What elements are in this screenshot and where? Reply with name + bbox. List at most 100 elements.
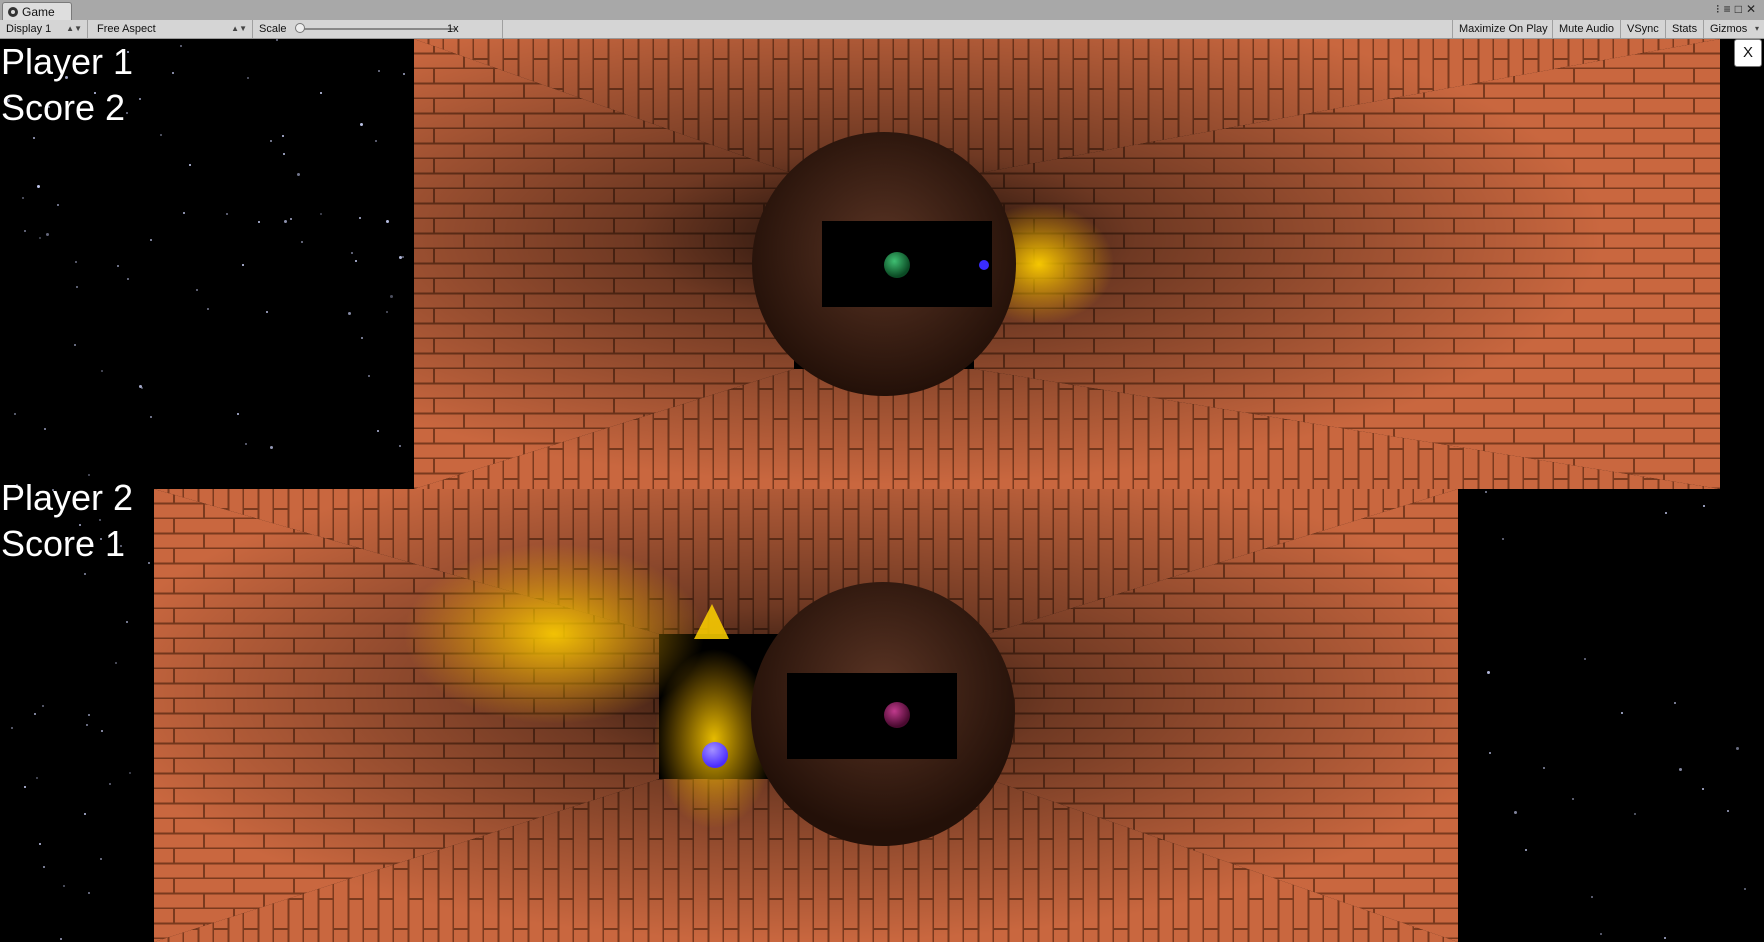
gizmos-dropdown[interactable]: Gizmos ▾ [1704,20,1764,38]
star [84,573,86,575]
star [1584,658,1586,660]
star [22,197,24,199]
player2-camera-view [154,489,1458,942]
star [180,45,182,47]
star [1543,767,1545,769]
star [183,212,185,214]
star [351,252,353,254]
star [1674,702,1676,704]
star [284,220,287,223]
player2-name: Player 2 [1,477,134,518]
star [42,705,44,707]
star [377,430,379,432]
maximize-on-play-toggle[interactable]: Maximize On Play [1452,20,1553,38]
maximize-icon[interactable]: □ [1735,2,1746,16]
star [39,237,41,239]
star [226,213,228,215]
green-ball [884,252,910,278]
star [1487,671,1490,674]
star [1525,849,1527,851]
star [1485,491,1487,493]
star [368,375,370,377]
star [75,261,77,263]
star [76,286,78,288]
star [1736,747,1739,750]
game-toolbar: Display 1 ▲▼ Free Aspect ▲▼ Scale 1x Max… [0,20,1764,39]
star [247,77,249,79]
game-tab[interactable]: Game [2,2,72,21]
gizmos-label: Gizmos [1710,23,1748,35]
aspect-dropdown[interactable]: Free Aspect ▲▼ [91,20,253,38]
star [63,885,65,887]
mute-audio-toggle[interactable]: Mute Audio [1553,20,1621,38]
star [1727,810,1729,812]
star [150,416,152,418]
close-icon[interactable]: ✕ [1746,2,1760,16]
player1-score: Score 2 [1,87,126,128]
star [320,213,322,215]
star [301,241,303,243]
star [378,70,380,72]
star [320,92,322,94]
star [33,137,35,139]
star [46,233,49,236]
star [1600,933,1602,935]
aspect-label: Free Aspect [97,23,156,35]
star [196,289,198,291]
star [84,813,86,815]
star [1514,811,1517,814]
star [74,344,76,346]
player1-name: Player 1 [1,41,134,82]
game-tab-label: Game [22,5,55,19]
updown-arrow-icon: ▲▼ [231,24,247,33]
star [88,892,90,894]
stats-toggle[interactable]: Stats [1666,20,1704,38]
star [282,135,284,137]
star [242,264,244,266]
star [386,311,388,313]
magenta-ball [884,702,910,728]
player2-hud: Player 2 Score 1 [1,475,133,567]
star [399,445,401,447]
star [1489,752,1491,754]
star [172,72,174,74]
window-tab-bar: Game ⁝≡□✕ [0,0,1764,21]
star [258,221,260,223]
star [150,239,152,241]
star [86,724,88,726]
starfield-top-right [1720,39,1764,489]
star [39,843,41,845]
game-viewport[interactable]: Player 1 Score 2 Player 2 Score 1 X [0,39,1764,942]
star [115,662,117,664]
star [270,446,273,449]
star [126,621,128,623]
star [402,256,404,258]
star [11,727,13,729]
scale-slider-track[interactable] [297,28,457,30]
star [375,140,377,142]
star [237,413,239,415]
star [148,562,150,564]
menu-icon[interactable]: ⁝≡ [1716,2,1735,16]
display-label: Display 1 [6,23,52,35]
star [386,220,389,223]
scale-value: 1x [447,23,459,35]
player1-hud: Player 1 Score 2 [1,39,133,131]
star [14,413,16,415]
star [37,185,40,188]
display-dropdown[interactable]: Display 1 ▲▼ [0,20,88,38]
star [1634,813,1636,815]
scale-slider-thumb[interactable] [295,23,305,33]
star [101,730,103,732]
star [266,311,268,313]
star [1665,512,1667,514]
star [355,260,357,262]
star [139,98,141,100]
star [361,337,363,339]
close-game-button[interactable]: X [1734,39,1762,67]
star [390,295,393,298]
star [1591,896,1593,898]
tunnel-exit-window [787,673,957,759]
vsync-toggle[interactable]: VSync [1621,20,1666,38]
star [34,713,36,715]
